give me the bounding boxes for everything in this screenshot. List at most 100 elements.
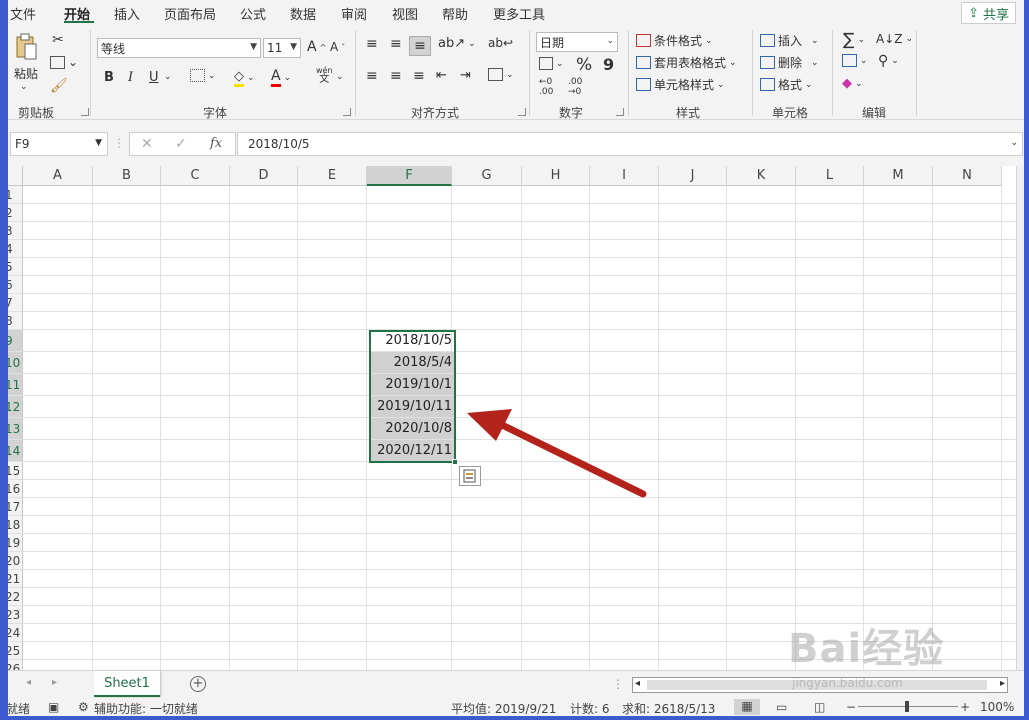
- paste-dropdown-icon[interactable]: ⌄: [20, 82, 28, 92]
- accounting-format-icon[interactable]: ⌄: [539, 57, 564, 70]
- insert-cells-button[interactable]: 插入 ⌄: [760, 32, 819, 49]
- page-break-view-icon[interactable]: ◫: [814, 700, 825, 714]
- name-box[interactable]: F9 ▼: [10, 132, 108, 156]
- number-launcher-icon[interactable]: [616, 108, 624, 116]
- column-header-l[interactable]: L: [796, 166, 864, 186]
- align-right-icon[interactable]: ≡: [413, 68, 425, 84]
- conditional-formatting-button[interactable]: 条件格式 ⌄: [636, 32, 713, 49]
- column-header-f[interactable]: F: [367, 166, 452, 186]
- select-all-corner[interactable]: [8, 166, 23, 186]
- sort-filter-icon[interactable]: A↓Z ⌄: [876, 32, 913, 46]
- copy-icon[interactable]: ⌄: [50, 55, 78, 69]
- comma-style-icon[interactable]: 9: [603, 55, 614, 74]
- merge-center-icon[interactable]: ⌄: [488, 68, 514, 81]
- paste-icon[interactable]: [12, 32, 40, 62]
- zoom-in-icon[interactable]: +: [960, 700, 970, 714]
- increase-decimal-icon[interactable]: ←0.00: [539, 77, 553, 97]
- macro-record-icon[interactable]: ▣: [48, 700, 59, 714]
- row-header-3[interactable]: 3: [8, 222, 23, 240]
- paste-label[interactable]: 粘贴: [14, 65, 38, 82]
- cancel-icon[interactable]: ✕: [141, 136, 153, 152]
- zoom-slider-thumb[interactable]: [905, 701, 909, 712]
- align-top-icon[interactable]: ≡: [366, 36, 378, 52]
- accessibility-icon[interactable]: ⚙: [78, 700, 89, 714]
- row-header-6[interactable]: 6: [8, 276, 23, 294]
- menu-insert[interactable]: 插入: [114, 4, 140, 23]
- column-header-j[interactable]: J: [659, 166, 727, 186]
- column-header-m[interactable]: M: [864, 166, 933, 186]
- shrink-font-icon[interactable]: Aˇ: [330, 40, 345, 54]
- delete-cells-button[interactable]: 删除 ⌄: [760, 54, 819, 71]
- page-layout-view-icon[interactable]: ▭: [776, 700, 787, 714]
- fill-handle[interactable]: [452, 459, 458, 465]
- row-header-9[interactable]: 9: [8, 330, 23, 352]
- insert-function-icon[interactable]: fx: [210, 136, 222, 151]
- zoom-out-icon[interactable]: −: [846, 700, 856, 714]
- row-header-17[interactable]: 17: [8, 498, 23, 516]
- row-header-8[interactable]: 8: [8, 312, 23, 330]
- font-launcher-icon[interactable]: [343, 108, 351, 116]
- column-header-c[interactable]: C: [161, 166, 230, 186]
- chevron-down-icon[interactable]: ⌄: [336, 72, 344, 82]
- align-bottom-icon[interactable]: ≡: [409, 36, 431, 56]
- row-header-26[interactable]: 26: [8, 660, 23, 670]
- column-header-n[interactable]: N: [933, 166, 1002, 186]
- grow-font-icon[interactable]: A ^: [307, 39, 326, 55]
- row-header-15[interactable]: 15: [8, 462, 23, 480]
- column-header-a[interactable]: A: [23, 166, 93, 186]
- alignment-launcher-icon[interactable]: [518, 108, 526, 116]
- increase-indent-icon[interactable]: ⇥: [460, 68, 471, 83]
- worksheet-grid[interactable]: ABCDEFGHIJKLMN 1234567891011121314151617…: [8, 166, 1016, 670]
- formula-input[interactable]: 2018/10/5 ⌄: [237, 132, 1023, 156]
- row-header-16[interactable]: 16: [8, 480, 23, 498]
- scroll-left-icon[interactable]: ◂: [635, 678, 640, 689]
- column-header-d[interactable]: D: [230, 166, 298, 186]
- row-header-22[interactable]: 22: [8, 588, 23, 606]
- format-as-table-button[interactable]: 套用表格格式 ⌄: [636, 54, 737, 71]
- cut-icon[interactable]: ✂: [52, 32, 64, 48]
- column-header-e[interactable]: E: [298, 166, 367, 186]
- format-painter-icon[interactable]: 🖌: [50, 78, 68, 94]
- row-header-25[interactable]: 25: [8, 642, 23, 660]
- format-cells-button[interactable]: 格式 ⌄: [760, 76, 813, 93]
- align-left-icon[interactable]: ≡: [366, 68, 378, 84]
- decrease-decimal-icon[interactable]: .00 →0: [568, 77, 582, 97]
- row-header-1[interactable]: 1: [8, 186, 23, 204]
- row-header-23[interactable]: 23: [8, 606, 23, 624]
- menu-view[interactable]: 视图: [392, 4, 418, 23]
- row-header-4[interactable]: 4: [8, 240, 23, 258]
- normal-view-icon[interactable]: ▦: [734, 699, 760, 715]
- menu-page-layout[interactable]: 页面布局: [164, 4, 216, 23]
- font-color-icon[interactable]: A ⌄: [271, 68, 291, 87]
- percent-style-icon[interactable]: %: [576, 55, 592, 75]
- fill-icon[interactable]: ⌄: [842, 54, 868, 67]
- row-header-10[interactable]: 10: [8, 352, 23, 374]
- chevron-down-icon[interactable]: ⌄: [164, 72, 172, 82]
- scroll-right-icon[interactable]: ▸: [1000, 678, 1005, 689]
- phonetic-icon[interactable]: wén 文: [316, 66, 333, 85]
- align-center-icon[interactable]: ≡: [390, 68, 402, 84]
- menu-more-tools[interactable]: 更多工具: [493, 4, 545, 23]
- row-header-11[interactable]: 11: [8, 374, 23, 396]
- wrap-text-icon[interactable]: ab↩: [488, 36, 513, 50]
- quick-analysis-button[interactable]: [459, 466, 481, 486]
- column-header-i[interactable]: I: [590, 166, 659, 186]
- row-header-5[interactable]: 5: [8, 258, 23, 276]
- vertical-scrollbar[interactable]: [1016, 166, 1024, 670]
- italic-button[interactable]: I: [128, 70, 133, 85]
- status-accessibility[interactable]: 辅助功能: 一切就绪: [94, 700, 198, 716]
- column-header-g[interactable]: G: [452, 166, 522, 186]
- row-header-12[interactable]: 12: [8, 396, 23, 418]
- clear-icon[interactable]: ◆ ⌄: [842, 76, 863, 91]
- next-sheet-icon[interactable]: ▸: [52, 677, 57, 688]
- row-header-20[interactable]: 20: [8, 552, 23, 570]
- bold-button[interactable]: B: [104, 70, 114, 85]
- share-button[interactable]: ⇪ 共享: [961, 2, 1016, 24]
- sheet-tab-sheet1[interactable]: Sheet1: [94, 671, 160, 697]
- clipboard-launcher-icon[interactable]: [81, 108, 89, 116]
- column-header-h[interactable]: H: [522, 166, 590, 186]
- enter-icon[interactable]: ✓: [175, 136, 187, 152]
- column-header-k[interactable]: K: [727, 166, 796, 186]
- prev-sheet-icon[interactable]: ◂: [26, 677, 31, 688]
- menu-data[interactable]: 数据: [290, 4, 316, 23]
